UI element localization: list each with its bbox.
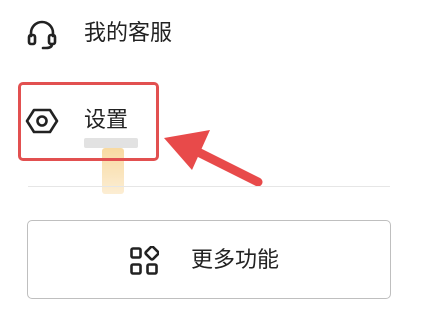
highlight-smudge xyxy=(84,138,138,148)
hexagon-settings-icon xyxy=(22,101,62,141)
menu-item-label: 我的客服 xyxy=(84,21,173,46)
more-features-button[interactable]: 更多功能 xyxy=(27,220,391,299)
menu-item-settings[interactable]: 设置 xyxy=(0,89,421,153)
divider xyxy=(28,186,390,187)
grid-apps-icon xyxy=(126,243,162,279)
highlight-smudge xyxy=(102,148,124,194)
menu-item-customer-service[interactable]: 我的客服 xyxy=(0,2,421,66)
more-features-label: 更多功能 xyxy=(191,248,280,273)
headset-icon xyxy=(22,14,62,54)
